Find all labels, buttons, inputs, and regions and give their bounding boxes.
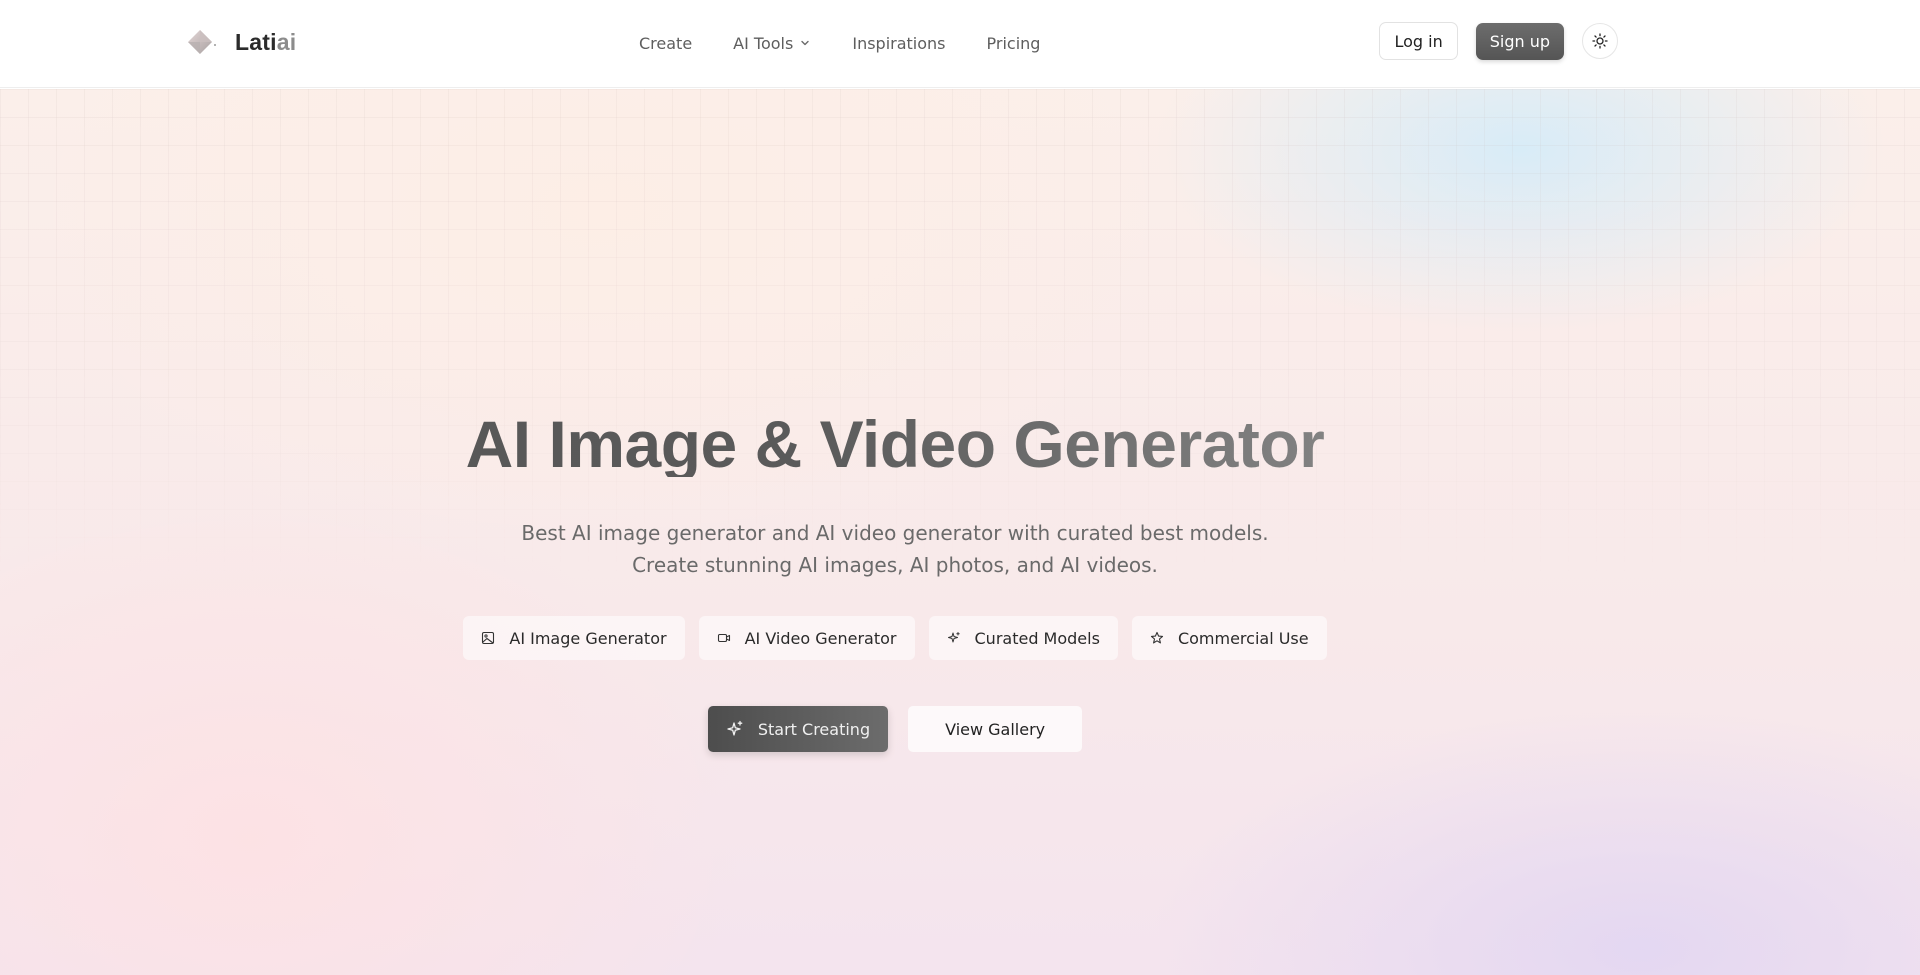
start-creating-label: Start Creating bbox=[757, 719, 871, 739]
brand-name: Latiai bbox=[235, 29, 296, 56]
nav-item-label: Create bbox=[639, 33, 693, 53]
feature-chip-label: Commercial Use bbox=[1177, 628, 1309, 648]
hero-content: AI Image & Video Generator Best AI image… bbox=[0, 89, 1790, 975]
brand-logo[interactable]: Latiai bbox=[183, 26, 296, 58]
nav-item-inspirations[interactable]: Inspirations bbox=[852, 34, 945, 53]
nav-item-label: Inspirations bbox=[852, 33, 946, 53]
hero-title: AI Image & Video Generator bbox=[0, 411, 1790, 477]
hero-subtitle-line-1: Best AI image generator and AI video gen… bbox=[521, 521, 1269, 545]
nav-item-label: Pricing bbox=[986, 33, 1041, 53]
signup-button[interactable]: Sign up bbox=[1475, 22, 1564, 60]
header-actions: Log in Sign up bbox=[1379, 22, 1618, 60]
star-icon bbox=[1150, 631, 1163, 644]
nav-item-ai-tools[interactable]: AI Tools bbox=[733, 34, 811, 53]
start-creating-button[interactable]: Start Creating bbox=[707, 706, 889, 752]
sun-icon bbox=[1592, 33, 1608, 49]
diamond-logo-icon bbox=[183, 25, 217, 59]
theme-toggle-button[interactable] bbox=[1582, 23, 1618, 59]
top-header: Latiai Create AI Tools Inspirations Pric… bbox=[0, 0, 1920, 88]
sparkles-icon bbox=[947, 632, 960, 643]
hero-cta-group: Start Creating View Gallery bbox=[0, 706, 1790, 752]
hero-subtitle-line-2: Create stunning AI images, AI photos, an… bbox=[632, 553, 1158, 577]
feature-chip-curated-models: Curated Models bbox=[928, 616, 1118, 660]
view-gallery-button[interactable]: View Gallery bbox=[908, 706, 1083, 752]
login-button[interactable]: Log in bbox=[1379, 22, 1458, 60]
feature-chip-label: AI Video Generator bbox=[744, 628, 897, 648]
brand-name-accent: ai bbox=[276, 28, 297, 55]
nav-item-pricing[interactable]: Pricing bbox=[987, 34, 1041, 53]
feature-chip-video-generator: AI Video Generator bbox=[698, 616, 915, 660]
main-nav: Create AI Tools Inspirations Pricing bbox=[639, 30, 1040, 56]
hero-section: AI Image & Video Generator Best AI image… bbox=[0, 89, 1920, 975]
image-icon bbox=[482, 631, 495, 645]
nav-item-create[interactable]: Create bbox=[639, 34, 692, 53]
nav-item-label: AI Tools bbox=[733, 33, 794, 53]
brand-name-main: Lati bbox=[235, 28, 277, 55]
video-icon bbox=[717, 633, 730, 643]
feature-chip-label: Curated Models bbox=[974, 628, 1100, 648]
feature-chip-image-generator: AI Image Generator bbox=[463, 616, 685, 660]
feature-chip-commercial-use: Commercial Use bbox=[1131, 616, 1327, 660]
chevron-down-icon bbox=[801, 40, 810, 46]
feature-chips: AI Image Generator AI Video Generator Cu… bbox=[0, 616, 1790, 660]
feature-chip-label: AI Image Generator bbox=[509, 628, 667, 648]
hero-subtitle: Best AI image generator and AI video gen… bbox=[0, 517, 1790, 581]
sparkles-icon bbox=[727, 720, 743, 736]
